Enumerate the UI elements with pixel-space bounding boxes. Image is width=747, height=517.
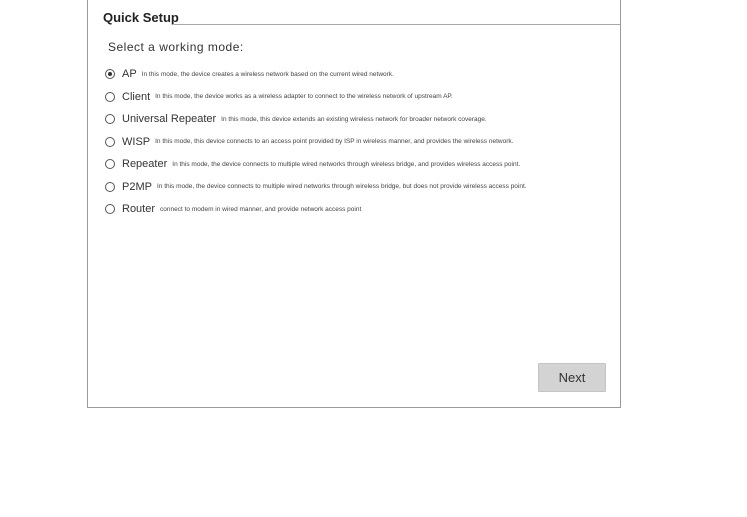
- mode-name-client: Client: [122, 90, 151, 103]
- mode-name-ap: AP: [122, 68, 137, 81]
- quick-setup-title: Quick Setup: [103, 10, 179, 25]
- mode-name-wisp: WISP: [122, 135, 151, 148]
- mode-description-repeater: In this mode, the device connects to mul…: [172, 160, 521, 168]
- legend-divider: [174, 24, 620, 25]
- mode-name-repeater: Repeater: [122, 158, 168, 171]
- mode-option-repeater[interactable]: Repeater In this mode, the device connec…: [105, 153, 527, 176]
- quick-setup-panel: Quick Setup Select a working mode: AP In…: [87, 0, 621, 408]
- next-button[interactable]: Next: [538, 363, 606, 392]
- mode-radio-client[interactable]: [105, 91, 115, 102]
- working-mode-list: AP In this mode, the device creates a wi…: [105, 63, 527, 221]
- mode-option-router[interactable]: Router connect to modem in wired manner,…: [105, 198, 527, 221]
- mode-name-p2mp: P2MP: [122, 180, 152, 193]
- mode-radio-wisp[interactable]: [105, 136, 115, 147]
- mode-option-wisp[interactable]: WISP In this mode, this device connects …: [105, 131, 527, 154]
- mode-name-universal-repeater: Universal Repeater: [122, 113, 217, 126]
- mode-radio-universal-repeater[interactable]: [105, 114, 115, 125]
- mode-radio-p2mp[interactable]: [105, 181, 115, 192]
- mode-radio-ap[interactable]: [105, 69, 115, 80]
- mode-description-client: In this mode, the device works as a wire…: [155, 93, 453, 101]
- mode-option-p2mp[interactable]: P2MP In this mode, the device connects t…: [105, 176, 527, 199]
- mode-description-p2mp: In this mode, the device connects to mul…: [156, 183, 527, 191]
- mode-name-router: Router: [122, 203, 156, 216]
- mode-radio-router[interactable]: [105, 204, 115, 215]
- mode-description-universal-repeater: In this mode, this device extends an exi…: [221, 115, 487, 123]
- mode-option-universal-repeater[interactable]: Universal Repeater In this mode, this de…: [105, 108, 527, 131]
- mode-option-ap[interactable]: AP In this mode, the device creates a wi…: [105, 63, 527, 86]
- mode-description-wisp: In this mode, this device connects to an…: [155, 138, 514, 146]
- mode-option-client[interactable]: Client In this mode, the device works as…: [105, 86, 527, 109]
- mode-radio-repeater[interactable]: [105, 159, 115, 170]
- mode-description-ap: In this mode, the device creates a wirel…: [141, 70, 394, 78]
- mode-description-router: connect to modem in wired manner, and pr…: [160, 205, 362, 213]
- working-mode-prompt: Select a working mode:: [108, 40, 244, 54]
